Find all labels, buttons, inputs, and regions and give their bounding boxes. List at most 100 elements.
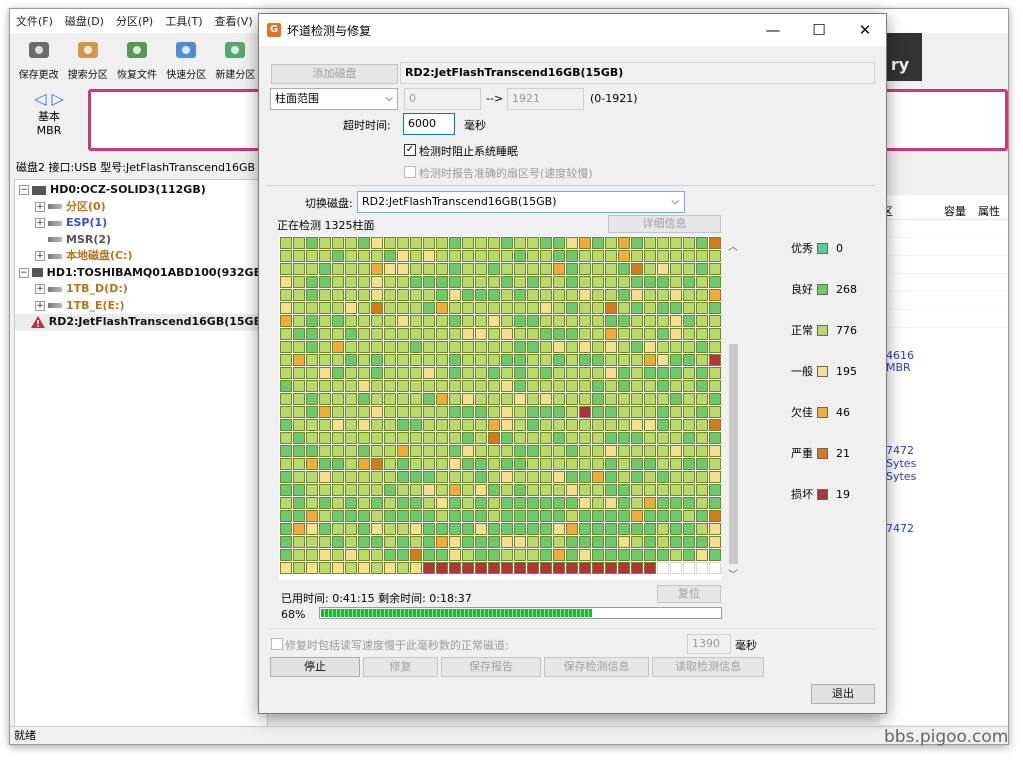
cylinder-cell <box>579 367 591 379</box>
cylinder-cell <box>397 341 409 353</box>
cylinder-cell <box>566 289 578 301</box>
switch-disk-select[interactable]: RD2:JetFlashTranscend16GB(15GB) ⌵ <box>357 191 685 213</box>
cylinder-cell <box>527 250 539 262</box>
toolbar-button[interactable]: 新建分区 <box>211 33 260 85</box>
cylinder-cell <box>579 263 591 275</box>
cylinder-cell <box>553 510 565 522</box>
cylinder-cell <box>371 263 383 275</box>
cylinder-cell <box>592 523 604 535</box>
legend-swatch <box>817 447 828 459</box>
details-button[interactable]: 详细信息 <box>608 215 721 233</box>
tree-item[interactable]: + 本地磁盘(C:) <box>15 248 267 265</box>
switch-disk-label: 切换磁盘: <box>305 197 353 210</box>
menu-item[interactable]: 磁盘(D) <box>65 13 104 29</box>
cylinder-cell <box>579 497 591 509</box>
scroll-thumb[interactable] <box>729 344 738 564</box>
menu-item[interactable]: 分区(P) <box>116 13 153 29</box>
cylinder-cell <box>657 367 669 379</box>
disk-nav-arrows-icon[interactable]: ◁ ▷ <box>10 89 88 108</box>
legend-label: 严重 <box>791 447 813 460</box>
cylinder-cell <box>345 341 357 353</box>
cylinder-cell <box>449 536 461 548</box>
column-capacity[interactable]: 容量 <box>944 203 966 219</box>
cylinder-cell <box>345 302 357 314</box>
cylinder-cell <box>553 484 565 496</box>
cylinder-cell <box>618 250 630 262</box>
tree-item[interactable]: + 分区(0) <box>15 199 267 216</box>
tree-item[interactable]: − HD0:OCZ-SOLID3(112GB) <box>15 182 267 199</box>
expand-icon[interactable]: + <box>35 284 45 295</box>
repair-button[interactable]: 修复 <box>363 657 438 677</box>
reset-button[interactable]: 复位 <box>657 585 721 603</box>
cylinder-cell <box>293 445 305 457</box>
column-attributes[interactable]: 属性 <box>978 203 1000 219</box>
menu-item[interactable]: 工具(T) <box>165 13 202 29</box>
legend-count: 19 <box>836 487 850 501</box>
cylinder-cell <box>475 510 487 522</box>
report-sector-checkbox[interactable] <box>404 166 416 178</box>
load-info-button[interactable]: 读取检测信息 <box>652 657 764 677</box>
toolbar-button[interactable]: 保存更改 <box>14 33 63 85</box>
disk-tree[interactable]: − HD0:OCZ-SOLID3(112GB) + 分区(0) + ESP(1) MSR(2… <box>14 179 268 731</box>
cylinder-cell <box>709 562 721 574</box>
menu-item[interactable]: 查看(V) <box>215 13 253 29</box>
toolbar-button[interactable]: 快速分区 <box>162 33 211 85</box>
range-to-input[interactable]: 1921 <box>507 88 584 110</box>
expand-icon[interactable]: + <box>35 201 45 212</box>
save-report-button[interactable]: 保存报告 <box>441 657 541 677</box>
tree-item[interactable]: +1TB_D(D:) <box>15 281 267 298</box>
cylinder-cell <box>462 328 474 340</box>
cylinder-cell <box>280 549 292 561</box>
expand-icon[interactable]: + <box>35 300 45 311</box>
grid-scrollbar[interactable]: ︿ ﹀ <box>725 236 741 581</box>
maximize-icon[interactable]: ☐ <box>796 14 842 46</box>
add-disk-button[interactable]: 添加磁盘 <box>271 64 398 84</box>
tree-item[interactable]: RD2:JetFlashTranscend16GB(15GB) <box>15 314 267 331</box>
cylinder-cell <box>306 315 318 327</box>
cylinder-cell <box>332 497 344 509</box>
cylinder-cell <box>423 419 435 431</box>
cylinder-cell <box>527 276 539 288</box>
cylinder-cell <box>293 471 305 483</box>
cylinder-cell <box>631 367 643 379</box>
cylinder-cell <box>527 523 539 535</box>
scroll-up-icon[interactable]: ︿ <box>728 238 738 253</box>
cylinder-cell <box>553 237 565 249</box>
collapse-icon[interactable]: − <box>19 267 29 278</box>
cylinder-cell <box>592 367 604 379</box>
cylinder-cell <box>527 406 539 418</box>
dialog-titlebar[interactable]: G 坏道检测与修复 — ☐ ✕ <box>259 14 886 46</box>
cylinder-cell <box>709 471 721 483</box>
slow-repair-checkbox[interactable] <box>271 638 283 650</box>
range-from-input[interactable]: 0 <box>404 88 481 110</box>
minimize-icon[interactable]: — <box>750 14 796 46</box>
exit-button[interactable]: 退出 <box>811 684 875 704</box>
collapse-icon[interactable]: − <box>19 185 29 196</box>
expand-icon[interactable]: + <box>35 251 45 262</box>
tree-item[interactable]: +1TB_E(E:) <box>15 298 267 315</box>
tree-item[interactable]: MSR(2) <box>15 232 267 249</box>
cylinder-cell <box>527 432 539 444</box>
close-icon[interactable]: ✕ <box>842 14 888 46</box>
cylinder-cell <box>332 276 344 288</box>
range-type-select[interactable]: 柱面范围 ⌵ <box>270 88 398 110</box>
cylinder-cell <box>631 445 643 457</box>
save-info-button[interactable]: 保存检测信息 <box>544 657 649 677</box>
cylinder-cell <box>514 497 526 509</box>
cylinder-cell <box>306 562 318 574</box>
tree-item[interactable]: + ESP(1) <box>15 215 267 232</box>
prevent-sleep-checkbox[interactable]: ✓ <box>404 144 416 156</box>
slow-ms-input[interactable]: 1390 <box>687 634 731 654</box>
toolbar-button[interactable]: 恢复文件 <box>112 33 161 85</box>
cylinder-cell <box>605 406 617 418</box>
expand-icon[interactable]: + <box>35 218 45 229</box>
cylinder-cell <box>449 497 461 509</box>
detail-line: Sytes <box>886 470 917 483</box>
menu-item[interactable]: 文件(F) <box>16 13 53 29</box>
stop-button[interactable]: 停止 <box>270 657 360 677</box>
cylinder-cell <box>488 289 500 301</box>
scroll-down-icon[interactable]: ﹀ <box>728 566 738 581</box>
toolbar-button[interactable]: 搜索分区 <box>63 33 112 85</box>
tree-item[interactable]: − HD1:TOSHIBAMQ01ABD100(932GB) <box>15 265 267 282</box>
timeout-input[interactable]: 6000 <box>403 113 455 135</box>
